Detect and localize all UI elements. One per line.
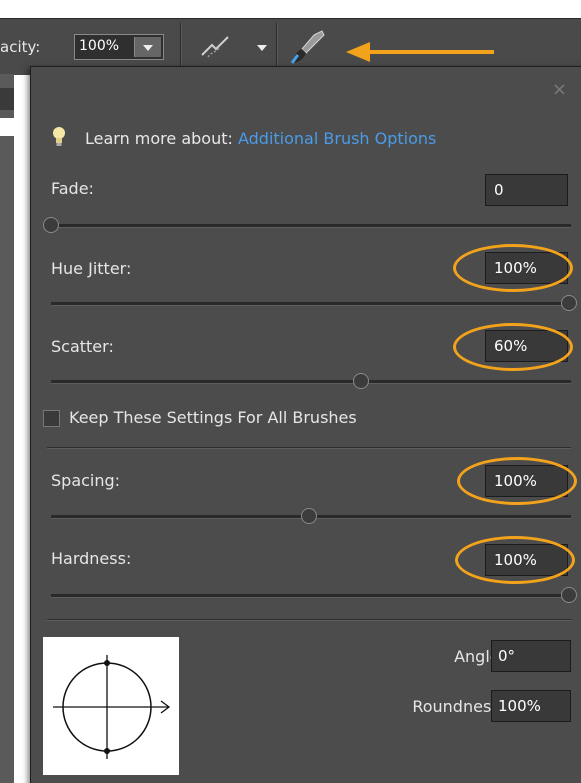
close-icon[interactable]: × (552, 79, 567, 100)
section-divider (47, 447, 571, 449)
hue-jitter-label: Hue Jitter: (51, 259, 132, 278)
annotation-circle (455, 536, 575, 584)
fade-slider-track[interactable] (51, 224, 571, 228)
scatter-slider-track[interactable] (51, 380, 571, 384)
opacity-label: acity: (0, 38, 41, 56)
section-divider (47, 619, 571, 621)
keep-settings-checkbox[interactable] (43, 410, 60, 427)
brush-settings-icon[interactable] (286, 29, 330, 69)
opacity-dropdown-button[interactable] (134, 37, 161, 57)
scatter-slider-thumb[interactable] (353, 373, 369, 389)
fade-label: Fade: (51, 179, 94, 198)
spacing-label: Spacing: (51, 471, 121, 490)
hue-jitter-slider-track[interactable] (51, 302, 571, 306)
spacing-slider-thumb[interactable] (301, 508, 317, 524)
canvas-white (0, 118, 14, 136)
learn-more-label: Learn more about: (85, 129, 233, 148)
brush-settings-screenshot: acity: 100% × Learn more about: Addition… (0, 0, 581, 783)
hardness-slider-thumb[interactable] (561, 587, 577, 603)
roundness-value: 100% (498, 697, 541, 715)
keep-settings-label[interactable]: Keep These Settings For All Brushes (69, 408, 357, 427)
brush-settings-panel: × Learn more about: Additional Brush Opt… (30, 66, 581, 783)
fade-slider-thumb[interactable] (43, 217, 59, 233)
learn-more-text: Learn more about: Additional Brush Optio… (85, 129, 436, 148)
background-canvas-edge (0, 74, 14, 783)
fade-field[interactable]: 0 (485, 174, 568, 206)
roundness-field[interactable]: 100% (491, 690, 571, 722)
canvas-bar (0, 88, 14, 110)
airbrush-dropdown-button[interactable] (252, 37, 272, 57)
additional-brush-options-link[interactable]: Additional Brush Options (238, 129, 436, 148)
airbrush-icon[interactable] (198, 33, 234, 61)
hardness-label: Hardness: (51, 549, 132, 568)
opacity-value: 100% (79, 38, 120, 54)
scatter-label: Scatter: (51, 337, 114, 356)
lightbulb-icon (53, 127, 65, 146)
annotation-circle (453, 244, 573, 292)
toolbar-separator (276, 23, 278, 71)
annotation-circle (457, 457, 577, 505)
annotation-circle (453, 323, 573, 371)
brush-tip-preview[interactable] (43, 637, 179, 775)
angle-value: 0° (498, 647, 516, 665)
annotation-arrow-icon (346, 42, 494, 62)
angle-field[interactable]: 0° (491, 640, 571, 672)
opacity-select[interactable]: 100% (74, 34, 164, 60)
fade-value: 0 (494, 181, 504, 199)
hue-jitter-slider-thumb[interactable] (561, 295, 577, 311)
hardness-slider-track[interactable] (51, 594, 571, 598)
toolbar-separator (180, 23, 182, 71)
